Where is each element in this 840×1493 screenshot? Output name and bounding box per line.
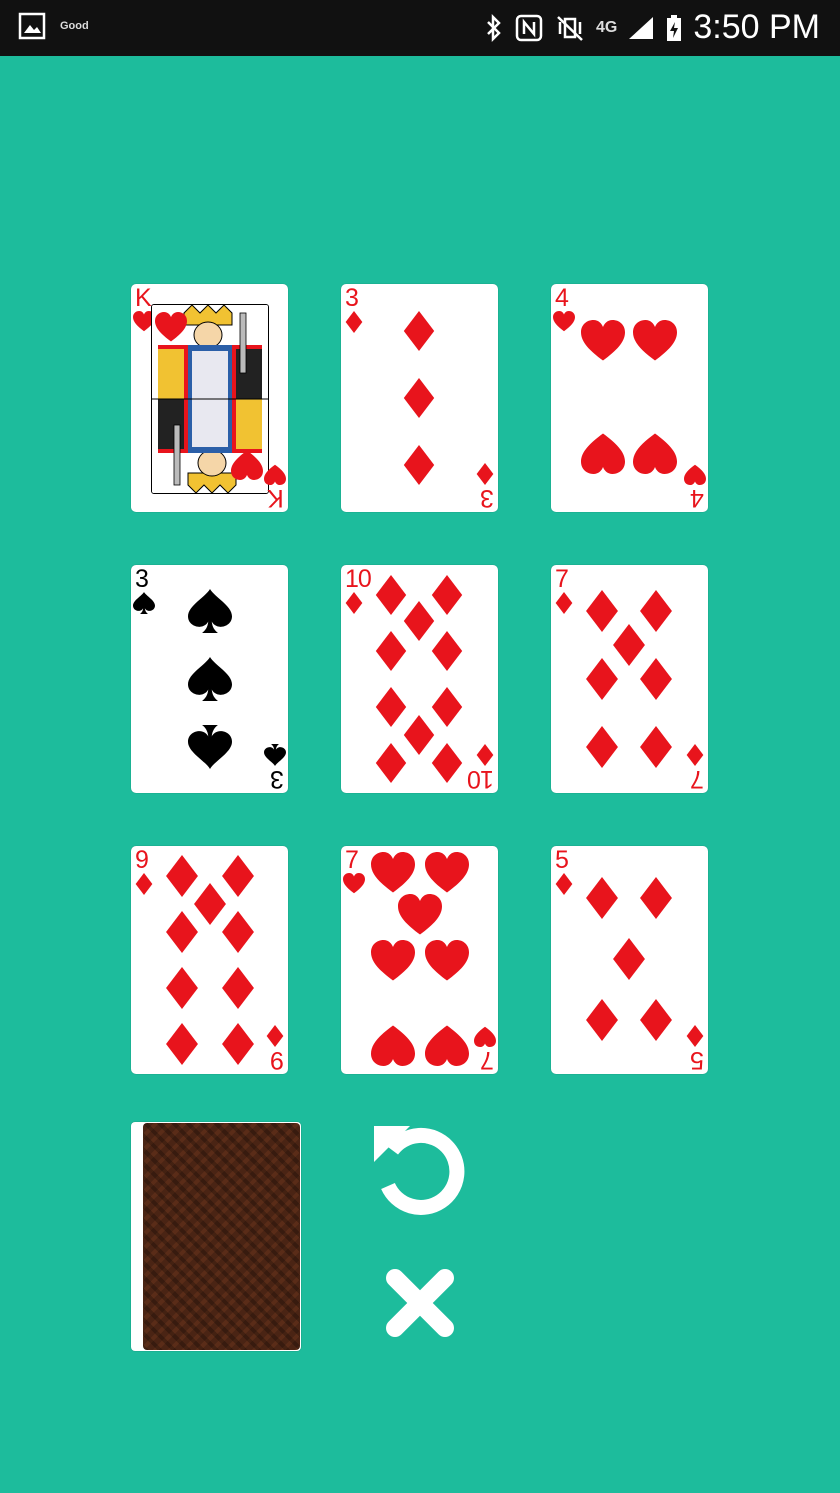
heart-icon (553, 311, 575, 332)
card-rank: 7 (555, 565, 569, 593)
diamond-icon (586, 877, 618, 919)
card-rank: 7 (345, 846, 359, 874)
card-4-of-hearts[interactable]: 4 4 (551, 284, 708, 512)
notification-app-label: Good (60, 20, 89, 32)
battery-icon (667, 14, 682, 41)
card-rank: 3 (345, 284, 359, 312)
diamond-icon (166, 1023, 198, 1065)
diamond-icon (166, 911, 198, 953)
close-icon[interactable] (383, 1266, 457, 1340)
diamond-icon (222, 911, 254, 953)
diamond-icon (345, 311, 363, 333)
card-rank-bottom: 3 (481, 484, 494, 512)
diamond-icon (555, 873, 573, 895)
diamond-icon (686, 1025, 704, 1047)
diamond-icon (586, 999, 618, 1041)
status-right: 4G 3:50 PM (484, 8, 820, 47)
heart-icon (581, 320, 625, 361)
card-10-of-diamonds[interactable]: 10 10 (341, 565, 498, 793)
card-back-deck[interactable] (143, 1123, 300, 1350)
diamond-icon (375, 631, 407, 671)
card-3-of-diamonds[interactable]: 3 3 (341, 284, 498, 512)
gallery-icon (18, 12, 46, 40)
card-9-of-diamonds[interactable]: 9 9 (131, 846, 288, 1074)
spade-icon (188, 589, 232, 633)
diamond-icon (403, 311, 435, 351)
diamond-icon (613, 938, 645, 980)
spade-icon (188, 657, 232, 701)
heart-icon (231, 450, 263, 480)
heart-icon (264, 464, 286, 485)
card-7-of-diamonds[interactable]: 7 7 (551, 565, 708, 793)
heart-icon (425, 940, 469, 981)
card-rank-bottom: 7 (691, 765, 704, 793)
card-king-of-hearts[interactable]: K K (131, 284, 288, 512)
card-rank: 4 (555, 284, 569, 312)
spade-icon (264, 744, 286, 766)
card-rank-bottom: K (268, 484, 284, 512)
card-rank-bottom: 4 (691, 484, 704, 512)
diamond-icon (403, 445, 435, 485)
diamond-icon (166, 967, 198, 1009)
diamond-icon (266, 1025, 284, 1047)
heart-icon (581, 433, 625, 474)
heart-icon (343, 873, 365, 894)
card-rank-bottom: 10 (468, 765, 494, 793)
clock: 3:50 PM (693, 8, 820, 46)
heart-icon (155, 312, 187, 342)
heart-icon (425, 852, 469, 893)
signal-icon (629, 16, 654, 39)
diamond-icon (375, 743, 407, 783)
diamond-icon (222, 1023, 254, 1065)
heart-icon (633, 433, 677, 474)
diamond-icon (640, 726, 672, 768)
diamond-icon (686, 744, 704, 766)
status-bar: Good 4G 3:50 PM (0, 0, 840, 56)
status-left: Good (18, 12, 89, 40)
heart-icon (398, 894, 442, 935)
diamond-icon (640, 658, 672, 700)
card-rank-bottom: 3 (271, 765, 284, 793)
vibrate-mute-icon (557, 15, 583, 41)
card-rank: K (135, 284, 152, 312)
restart-icon[interactable] (370, 1120, 470, 1220)
heart-icon (633, 320, 677, 361)
card-3-of-spades[interactable]: 3 3 (131, 565, 288, 793)
diamond-icon (640, 877, 672, 919)
diamond-icon (345, 592, 363, 614)
diamond-icon (222, 967, 254, 1009)
diamond-icon (403, 378, 435, 418)
heart-icon (474, 1026, 496, 1047)
network-type-label: 4G (596, 18, 618, 36)
card-rank: 10 (345, 565, 372, 593)
card-rank-bottom: 5 (691, 1046, 704, 1074)
diamond-icon (476, 463, 494, 485)
card-rank: 5 (555, 846, 569, 874)
diamond-icon (431, 631, 463, 671)
bluetooth-icon (487, 13, 501, 42)
nfc-icon (515, 14, 543, 41)
heart-icon (371, 1025, 415, 1066)
heart-icon (371, 940, 415, 981)
diamond-icon (586, 658, 618, 700)
heart-icon (371, 852, 415, 893)
heart-icon (684, 464, 706, 485)
diamond-icon (555, 592, 573, 614)
diamond-icon (135, 873, 153, 895)
spade-icon (188, 725, 232, 769)
card-7-of-hearts[interactable]: 7 7 (341, 846, 498, 1074)
card-rank: 3 (135, 565, 149, 593)
diamond-icon (640, 999, 672, 1041)
diamond-icon (586, 726, 618, 768)
diamond-icon (431, 743, 463, 783)
spade-icon (133, 592, 155, 614)
card-rank-bottom: 9 (271, 1046, 284, 1074)
card-rank: 9 (135, 846, 149, 874)
heart-icon (425, 1025, 469, 1066)
card-rank-bottom: 7 (481, 1046, 494, 1074)
diamond-icon (476, 744, 494, 766)
card-5-of-diamonds[interactable]: 5 5 (551, 846, 708, 1074)
